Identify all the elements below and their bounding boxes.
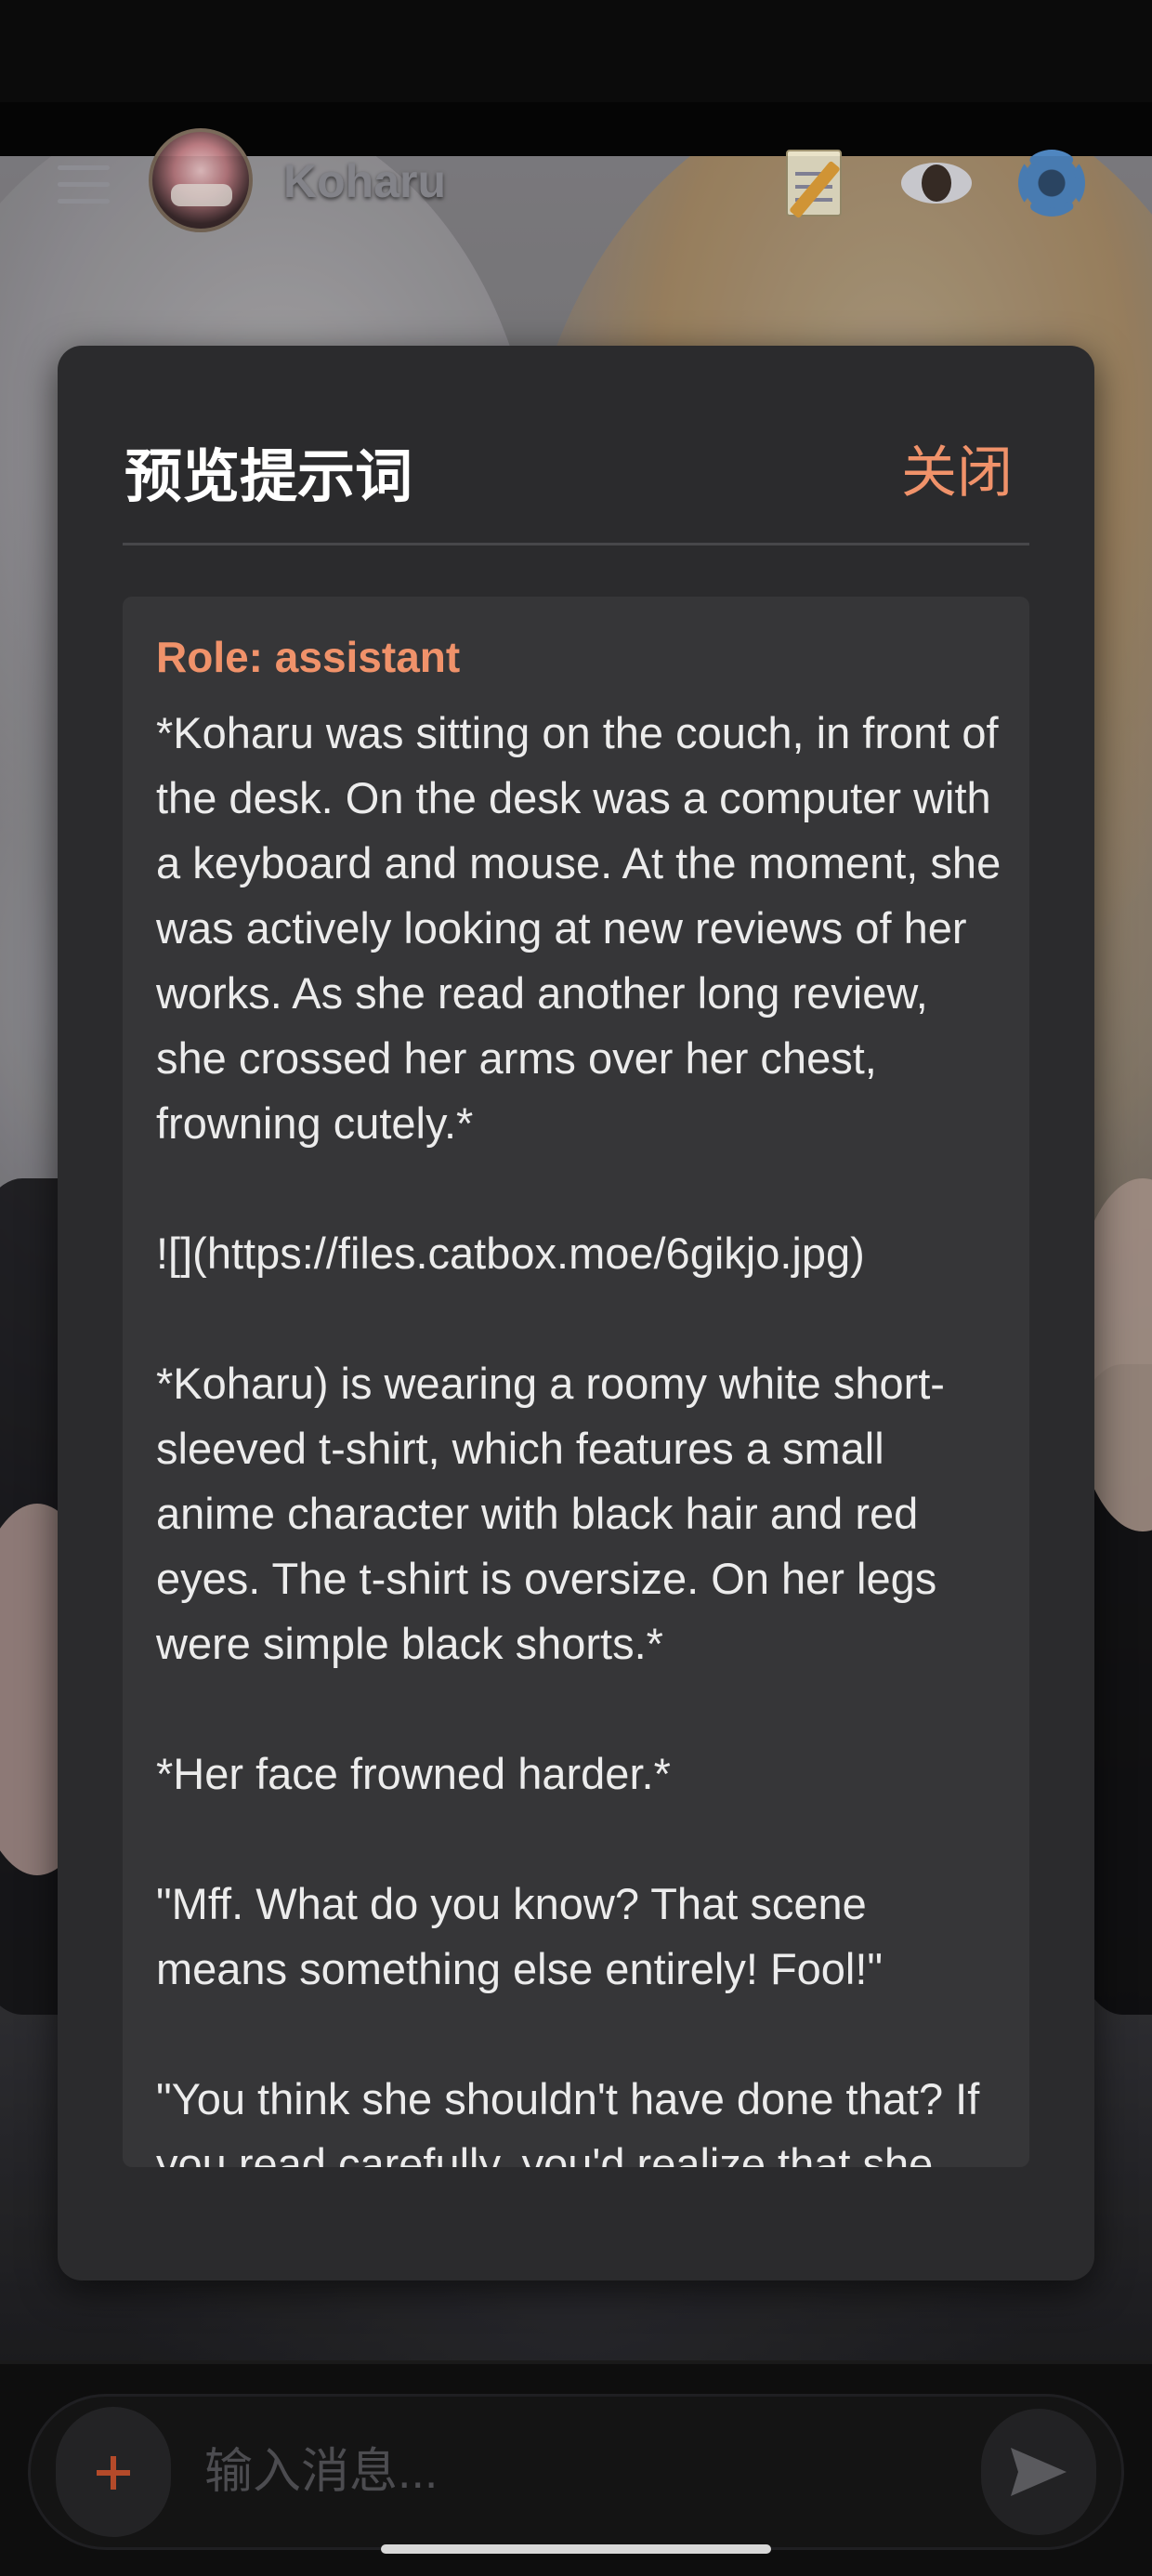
message-input[interactable] bbox=[204, 2425, 948, 2518]
send-icon bbox=[1011, 2448, 1067, 2496]
home-indicator[interactable] bbox=[381, 2544, 771, 2554]
add-button[interactable] bbox=[56, 2407, 171, 2537]
prompt-text: *Koharu was sitting on the couch, in fro… bbox=[156, 708, 1001, 2167]
role-label: Role: assistant bbox=[156, 633, 461, 681]
divider bbox=[123, 543, 1029, 545]
dialog-title: 预览提示词 bbox=[124, 445, 413, 509]
status-bar bbox=[0, 0, 1152, 102]
send-button[interactable] bbox=[981, 2409, 1096, 2535]
preview-prompt-dialog: 预览提示词 关闭 Role: assistant *Koharu was sit… bbox=[58, 346, 1094, 2280]
prompt-preview-panel[interactable]: Role: assistant *Koharu was sitting on t… bbox=[123, 597, 1029, 2167]
close-button[interactable]: 关闭 bbox=[901, 427, 1013, 508]
